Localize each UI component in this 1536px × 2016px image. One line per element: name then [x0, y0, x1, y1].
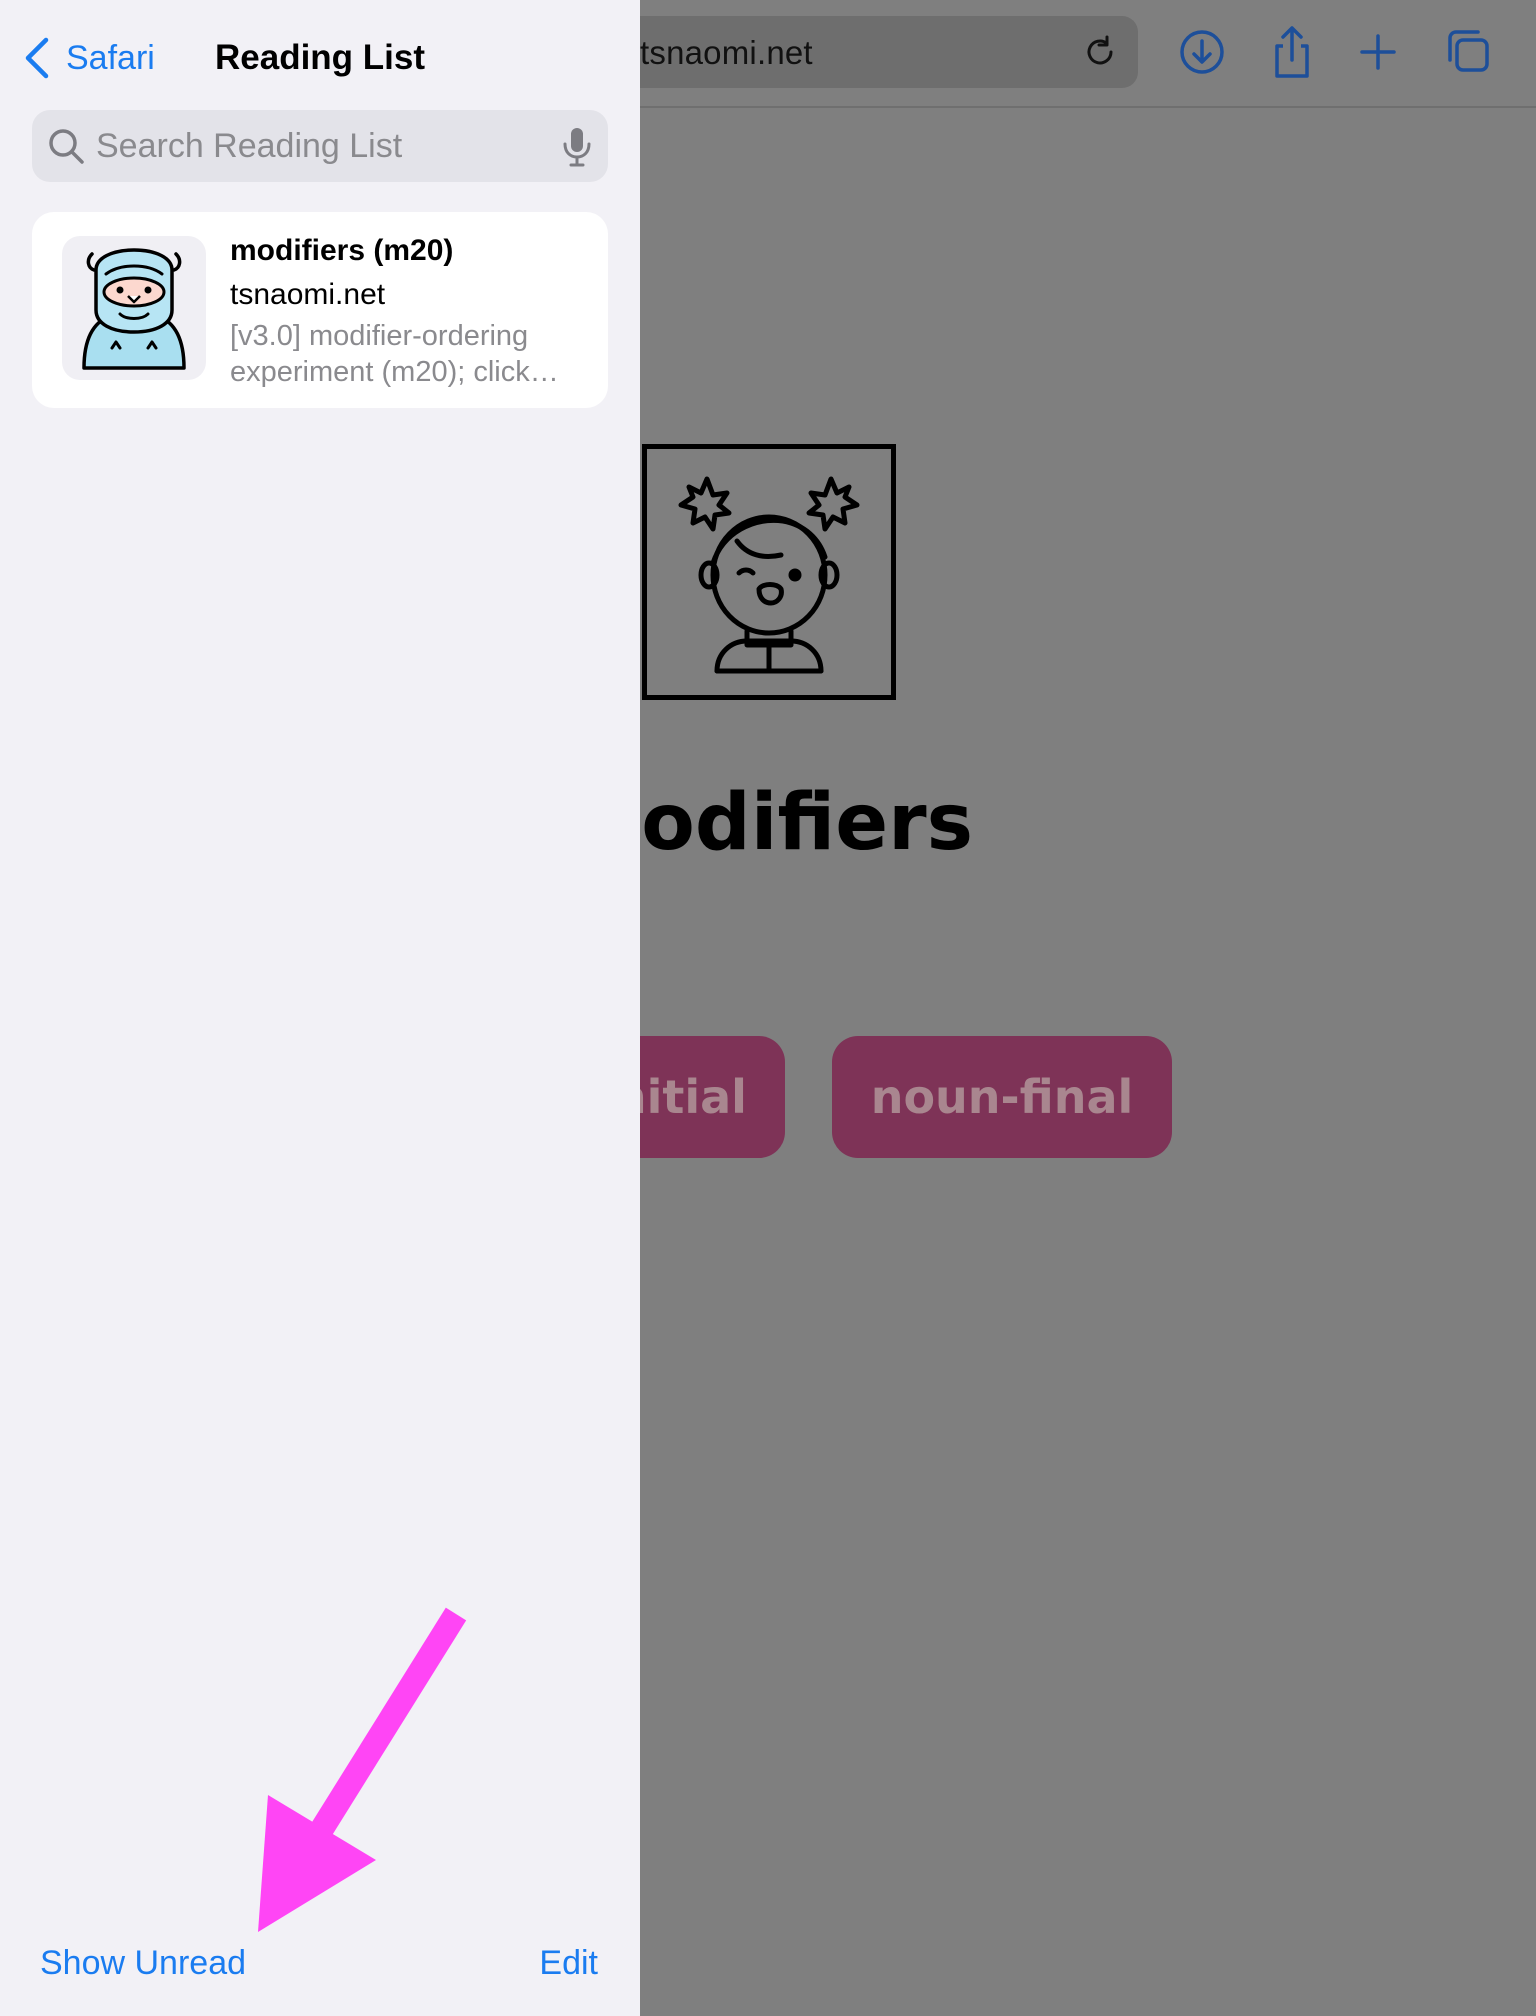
- search-input[interactable]: [96, 110, 536, 182]
- item-domain: tsnaomi.net: [230, 278, 386, 311]
- reading-list-item[interactable]: modifiers (m20) tsnaomi.net [v3.0] modif…: [32, 212, 608, 408]
- microphone-icon[interactable]: [560, 126, 594, 168]
- url-text: tsnaomi.net: [640, 34, 813, 71]
- search-field[interactable]: [32, 110, 608, 182]
- girl-avatar-icon: [678, 476, 860, 674]
- item-description-line-1: [v3.0] modifier-ordering: [230, 320, 529, 352]
- reload-icon[interactable]: [1080, 32, 1120, 72]
- show-unread-button[interactable]: Show Unread: [40, 1944, 246, 1983]
- page-avatar-image: [642, 444, 896, 700]
- item-description: [v3.0] modifier-ordering experiment (m20…: [230, 318, 594, 390]
- choice-button-noun-final[interactable]: noun-final: [832, 1036, 1172, 1158]
- item-title: modifiers (m20): [230, 234, 454, 267]
- download-icon[interactable]: [1176, 24, 1228, 80]
- share-icon[interactable]: [1266, 24, 1318, 80]
- reading-list-sidebar: Safari Reading List Search Reading List …: [0, 0, 640, 2016]
- tabs-icon[interactable]: [1442, 24, 1494, 80]
- edit-button[interactable]: Edit: [539, 1944, 598, 1983]
- item-thumbnail: [62, 236, 206, 380]
- new-tab-icon[interactable]: [1352, 24, 1404, 80]
- item-description-line-2: experiment (m20); click…: [230, 356, 559, 388]
- search-icon: [49, 129, 84, 164]
- address-bar[interactable]: tsnaomi.net: [560, 16, 1138, 88]
- yeti-avatar-icon: [82, 248, 186, 370]
- sidebar-title: Reading List: [214, 38, 426, 77]
